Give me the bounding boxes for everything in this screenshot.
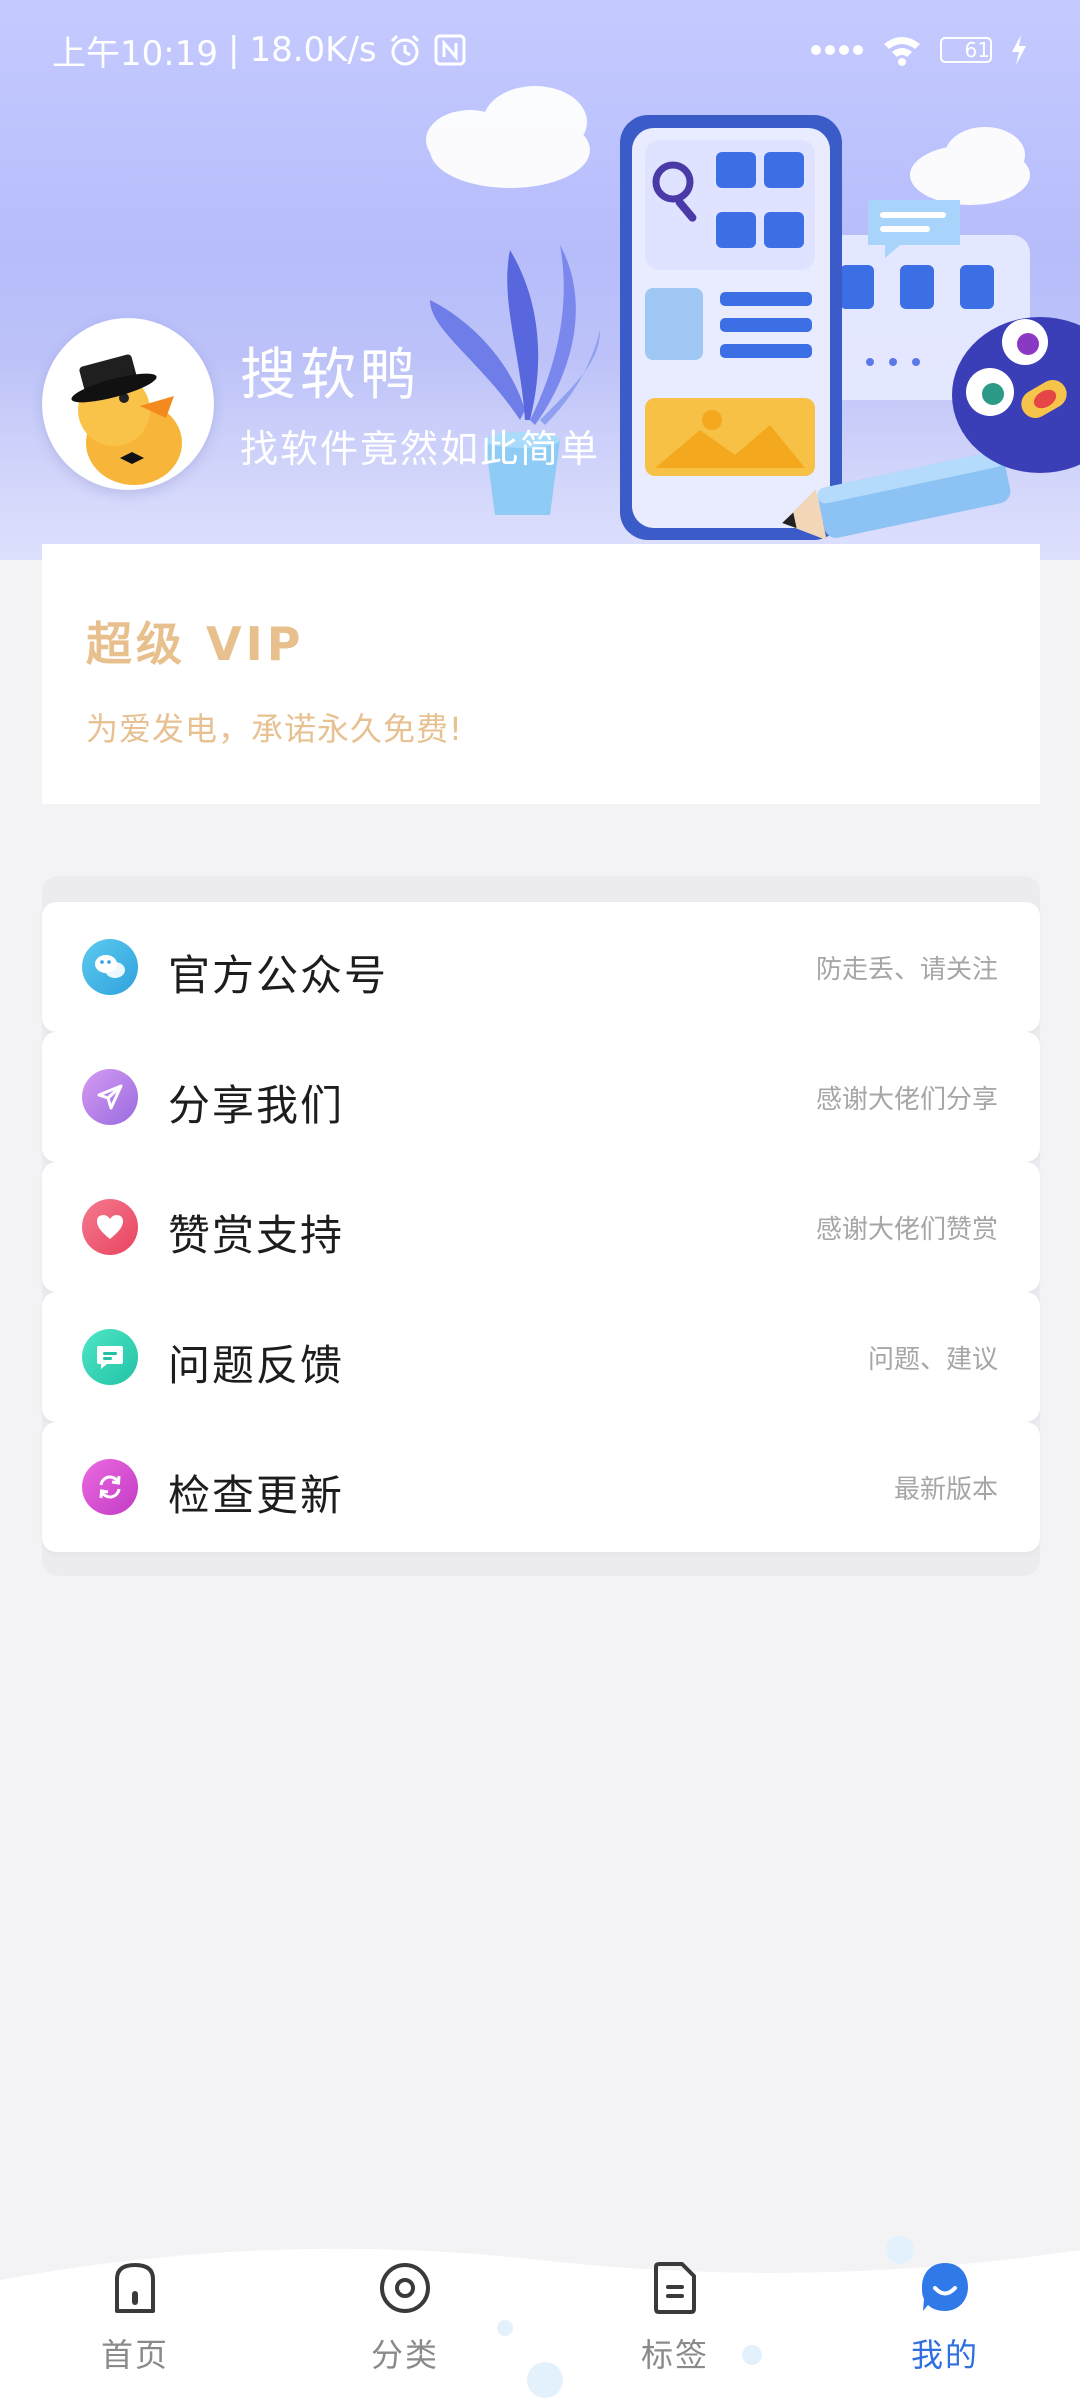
nav-label: 首页: [100, 2336, 169, 2374]
menu-item-feedback[interactable]: 问题反馈 问题、建议: [42, 1292, 1040, 1422]
menu-item-label: 赞赏支持: [168, 1211, 345, 1260]
vip-description: 为爱发电，承诺永久免费!: [86, 710, 463, 748]
wifi-icon: [882, 34, 922, 66]
settings-menu: 官方公众号 防走丢、请关注 分享我们 感谢大佬们分享 赞赏支持 感谢大佬们赞赏 …: [42, 902, 1040, 1552]
heart-icon: [82, 1199, 138, 1255]
cloud-right: [910, 127, 1030, 205]
status-divider: |: [227, 30, 240, 70]
menu-item-label: 检查更新: [168, 1471, 345, 1520]
profile-header: 上午10:19 | 18.0K/s 61 搜软鸭 找软件竟然如此简单: [0, 0, 1080, 560]
menu-item-subtitle: 感谢大佬们赞赏: [815, 1215, 998, 1245]
profile-slogan: 找软件竟然如此简单: [240, 427, 601, 471]
battery-level: 61: [964, 38, 990, 62]
menu-item-label: 分享我们: [168, 1081, 345, 1130]
status-right: 61: [810, 34, 1028, 66]
nav-label: 标签: [640, 2336, 709, 2374]
status-time: 上午10:19: [52, 33, 218, 74]
vip-card[interactable]: 超级 VIP 为爱发电，承诺永久免费!: [42, 544, 1040, 804]
alarm-icon: [387, 32, 423, 68]
nav-label: 分类: [370, 2336, 439, 2374]
avatar[interactable]: [42, 318, 214, 490]
menu-item-subtitle: 感谢大佬们分享: [815, 1085, 998, 1115]
refresh-icon: [82, 1459, 138, 1515]
nav-item-category[interactable]: 分类: [270, 2240, 540, 2400]
nfc-icon: [433, 33, 467, 67]
signal-icon: [810, 43, 864, 57]
charging-icon: [1010, 35, 1028, 65]
bottom-nav: 首页 分类 标签 我的: [0, 2240, 1080, 2400]
vip-title: 超级 VIP: [86, 617, 305, 671]
profile-icon: [918, 2258, 972, 2318]
send-icon: [82, 1069, 138, 1125]
status-left: 上午10:19 | 18.0K/s: [52, 26, 467, 75]
nav-item-tag[interactable]: 标签: [540, 2240, 810, 2400]
menu-item-donate[interactable]: 赞赏支持 感谢大佬们赞赏: [42, 1162, 1040, 1292]
plant: [430, 245, 600, 515]
menu-item-subtitle: 问题、建议: [867, 1345, 998, 1375]
wechat-icon: [82, 939, 138, 995]
menu-item-label: 官方公众号: [168, 951, 389, 1000]
home-icon: [108, 2258, 162, 2318]
menu-item-check-update[interactable]: 检查更新 最新版本: [42, 1422, 1040, 1552]
duck-mascot-icon: [71, 354, 182, 485]
nav-label: 我的: [910, 2336, 979, 2374]
menu-item-official-account[interactable]: 官方公众号 防走丢、请关注: [42, 902, 1040, 1032]
nav-item-profile[interactable]: 我的: [810, 2240, 1080, 2400]
profile-name: 搜软鸭: [240, 343, 420, 408]
status-bar: 上午10:19 | 18.0K/s 61: [0, 0, 1080, 100]
status-network-speed: 18.0K/s: [249, 30, 377, 70]
nav-item-home[interactable]: 首页: [0, 2240, 270, 2400]
battery-icon: 61: [940, 37, 992, 63]
menu-item-label: 问题反馈: [168, 1341, 345, 1390]
feedback-icon: [82, 1329, 138, 1385]
menu-item-subtitle: 防走丢、请关注: [815, 955, 998, 985]
category-icon: [378, 2258, 432, 2318]
menu-item-share[interactable]: 分享我们 感谢大佬们分享: [42, 1032, 1040, 1162]
menu-item-subtitle: 最新版本: [893, 1475, 998, 1505]
tag-icon: [648, 2258, 702, 2318]
cloud-left: [426, 86, 590, 188]
